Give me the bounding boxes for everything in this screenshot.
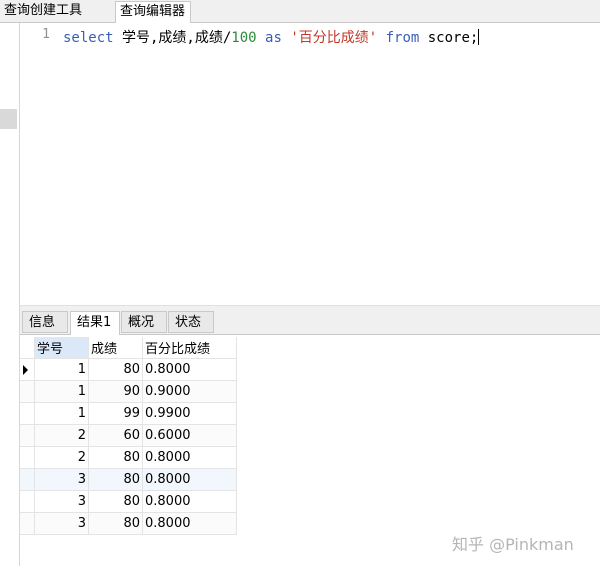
left-panel-edge: [0, 23, 20, 566]
tab-result1[interactable]: 结果1: [70, 311, 120, 335]
table-row[interactable]: 1 90 0.9000: [20, 380, 237, 403]
table-row[interactable]: 3 80 0.8000: [20, 490, 237, 513]
cell-score[interactable]: 80: [88, 512, 143, 535]
row-selector[interactable]: [20, 490, 35, 513]
alias-string: '百分比成绩': [290, 30, 378, 46]
cell-percent-score[interactable]: 0.8000: [142, 446, 237, 469]
number-literal: 100: [231, 30, 257, 46]
cell-score[interactable]: 90: [88, 380, 143, 403]
row-selector[interactable]: [20, 512, 35, 535]
keyword-select: select: [63, 30, 114, 46]
keyword-from: from: [377, 30, 420, 46]
table-row[interactable]: 1 80 0.8000: [20, 358, 237, 381]
cell-percent-score[interactable]: 0.8000: [142, 358, 237, 381]
text-caret: [478, 29, 480, 45]
table-row[interactable]: 2 80 0.8000: [20, 446, 237, 469]
cell-percent-score[interactable]: 0.8000: [142, 468, 237, 491]
line-number-gutter: 1: [20, 23, 60, 305]
tab-query-editor[interactable]: 查询编辑器: [115, 1, 191, 23]
table-name: score;: [419, 30, 479, 46]
cell-student-id[interactable]: 2: [34, 446, 89, 469]
keyword-as: as: [256, 30, 291, 46]
watermark: 知乎 @Pinkman: [452, 535, 574, 554]
tab-status[interactable]: 状态: [168, 311, 214, 333]
cell-percent-score[interactable]: 0.8000: [142, 490, 237, 513]
row-selector[interactable]: [20, 468, 35, 491]
row-selector[interactable]: [20, 402, 35, 425]
column-header-student-id[interactable]: 学号: [34, 337, 89, 359]
query-tab-bar: 查询创建工具 查询编辑器: [0, 0, 600, 23]
table-row[interactable]: 3 80 0.8000: [20, 512, 237, 535]
sql-editor[interactable]: 1 select 学号,成绩,成绩/100 as '百分比成绩' from sc…: [20, 23, 600, 305]
cell-score[interactable]: 80: [88, 468, 143, 491]
tab-info[interactable]: 信息: [22, 311, 68, 333]
row-header-corner: [20, 337, 35, 359]
cell-percent-score[interactable]: 0.9900: [142, 402, 237, 425]
result-tab-bar: 信息 结果1 概况 状态: [20, 309, 600, 335]
tab-profile[interactable]: 概况: [121, 311, 167, 333]
table-row[interactable]: 2 60 0.6000: [20, 424, 237, 447]
column-header-percent-score[interactable]: 百分比成绩: [142, 337, 237, 359]
cell-student-id[interactable]: 1: [34, 380, 89, 403]
cell-student-id[interactable]: 3: [34, 490, 89, 513]
table-row[interactable]: 1 99 0.9900: [20, 402, 237, 425]
tab-query-builder[interactable]: 查询创建工具: [0, 1, 113, 22]
cell-student-id[interactable]: 1: [34, 402, 89, 425]
result-grid: 学号 成绩 百分比成绩 1 80 0.8000 1 90 0.9000 1 99…: [20, 337, 237, 535]
cell-student-id[interactable]: 3: [34, 468, 89, 491]
cell-score[interactable]: 80: [88, 446, 143, 469]
cell-score[interactable]: 80: [88, 358, 143, 381]
column-header-score[interactable]: 成绩: [88, 337, 143, 359]
left-panel-marker: [0, 109, 17, 129]
row-selector[interactable]: [20, 358, 35, 381]
sql-code-line[interactable]: select 学号,成绩,成绩/100 as '百分比成绩' from scor…: [63, 27, 480, 47]
cell-percent-score[interactable]: 0.6000: [142, 424, 237, 447]
cell-score[interactable]: 60: [88, 424, 143, 447]
table-row[interactable]: 3 80 0.8000: [20, 468, 237, 491]
cell-student-id[interactable]: 3: [34, 512, 89, 535]
cell-student-id[interactable]: 1: [34, 358, 89, 381]
header-row: 学号 成绩 百分比成绩: [20, 337, 237, 359]
cell-score[interactable]: 80: [88, 490, 143, 513]
row-selector[interactable]: [20, 424, 35, 447]
row-selector[interactable]: [20, 446, 35, 469]
cell-percent-score[interactable]: 0.9000: [142, 380, 237, 403]
current-row-arrow-icon: [23, 365, 28, 375]
row-selector[interactable]: [20, 380, 35, 403]
line-number: 1: [42, 27, 50, 42]
select-fields: 学号,成绩,成绩/: [113, 30, 232, 46]
cell-score[interactable]: 99: [88, 402, 143, 425]
cell-percent-score[interactable]: 0.8000: [142, 512, 237, 535]
cell-student-id[interactable]: 2: [34, 424, 89, 447]
